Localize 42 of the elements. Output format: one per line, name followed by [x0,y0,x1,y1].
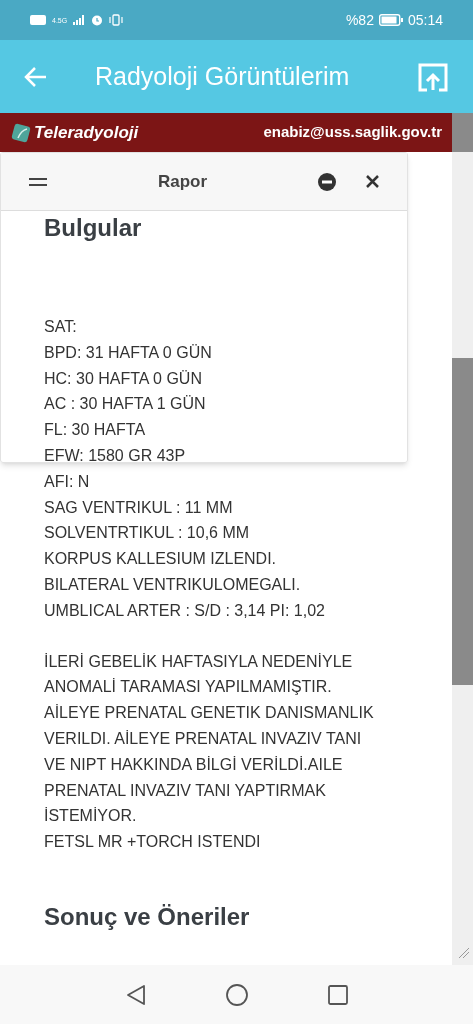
section-heading: Bulgular [44,216,143,240]
section-heading: Sonuç ve Öneriler [44,901,251,932]
finding-line: KORPUS KALLESIUM IZLENDI. [44,549,278,570]
note-line: VERILDI. AİLEYE PRENATAL INVAZIV TANI [44,728,363,749]
vibrate-icon [109,14,124,26]
back-icon[interactable] [125,983,146,1006]
menu-icon[interactable] [29,177,47,186]
finding-line: BPD: 31 HAFTA 0 GÜN [44,342,213,363]
note-line: FETSL MR +TORCH ISTENDI [44,832,262,853]
note-line: İSTEMİYOR. [44,806,138,827]
minimize-icon[interactable] [318,172,336,191]
note-line: ANOMALİ TARAMASI YAPILMAMIŞTIR. [44,677,333,698]
note-line: AİLEYE PRENATAL GENETIK DANISMANLIK [44,703,375,724]
resize-handle-icon[interactable] [458,947,470,959]
contact-email: enabiz@uss.saglik.gov.tr [263,122,442,143]
signal-icon [73,15,86,25]
finding-line: SAT: [44,317,78,337]
battery-icon [378,14,403,26]
note-line: İLERİ GEBELİK HAFTASIYLA NEDENİYLE [44,651,354,672]
app-title: Radyoloji Görüntülerim [95,60,351,92]
note-line: VE NIPT HAKKINDA BİLGİ VERİLDİ.AILE [44,754,344,775]
dialog-title: Rapor [156,170,209,193]
note-line: PRENATAL INVAZIV TANI YAPTIRMAK [44,780,327,801]
recents-icon[interactable] [327,984,348,1005]
finding-line: HC: 30 HAFTA 0 GÜN [44,368,203,389]
finding-line: BILATERAL VENTRIKULOMEGALI. [44,574,302,595]
alarm-icon [91,14,104,26]
finding-line: AFI: N [44,471,91,492]
scrollbar-thumb[interactable] [452,358,473,685]
home-icon[interactable] [225,983,248,1006]
logo-icon [10,121,32,144]
battery-percent: %82 [345,10,374,30]
finding-line: SOLVENTRTIKUL : 10,6 MM [44,523,251,544]
finding-line: EFW: 1580 GR 43P [44,446,187,466]
logo-text: Teleradyoloji [34,121,139,144]
finding-line: UMBLICAL ARTER : S/D : 3,14 PI: 1,02 [44,600,326,621]
finding-line: FL: 30 HAFTA [44,420,147,441]
finding-line: AC : 30 HAFTA 1 GÜN [44,394,207,415]
close-icon[interactable] [366,175,379,188]
clock-time: 05:14 [407,10,443,30]
scrollbar-cap [452,113,473,152]
finding-line: SAG VENTRIKUL : 11 MM [44,497,234,518]
